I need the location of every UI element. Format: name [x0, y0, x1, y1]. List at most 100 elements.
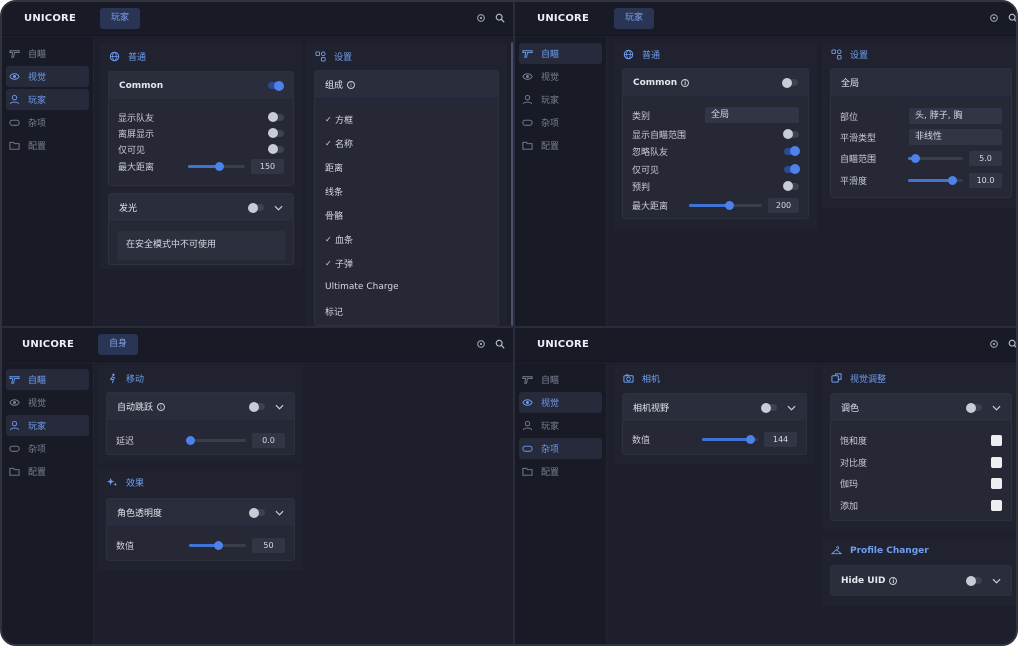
slider-knob[interactable]: [910, 153, 920, 163]
hide-uid-toggle[interactable]: [966, 575, 982, 586]
slider-knob[interactable]: [186, 435, 195, 445]
slider-knob[interactable]: [948, 175, 957, 185]
composition-item[interactable]: 骨骼: [325, 203, 488, 227]
eye-icon: [9, 73, 20, 80]
composition-item[interactable]: ✓ 方框: [325, 107, 488, 131]
distance-slider[interactable]: [689, 200, 762, 210]
app-logo: UNICORE: [537, 13, 589, 24]
fov-slider[interactable]: [702, 434, 758, 444]
checkbox[interactable]: [991, 477, 1002, 489]
smooth-type-select[interactable]: 非线性: [909, 129, 1002, 145]
search-icon[interactable]: [1008, 339, 1018, 349]
glow-toggle[interactable]: [248, 202, 264, 213]
sidebar-item-visuals[interactable]: 视觉: [519, 66, 602, 87]
sidebar-item-label: 玩家: [28, 422, 47, 432]
sidebar-item-visuals[interactable]: 视觉: [6, 392, 89, 413]
common-toggle[interactable]: [268, 80, 284, 91]
sidebar-item-config[interactable]: 配置: [519, 135, 602, 156]
sidebar-item-players[interactable]: 玩家: [6, 415, 89, 436]
transparency-toggle[interactable]: [249, 507, 265, 518]
sidebar-item-misc[interactable]: 杂项: [519, 438, 602, 459]
sidebar-item-config[interactable]: 配置: [6, 135, 89, 156]
sidebar-item-players[interactable]: 玩家: [6, 89, 89, 110]
range-value[interactable]: 5.0: [969, 150, 1002, 166]
gear-icon[interactable]: [476, 339, 486, 349]
slider-knob[interactable]: [213, 540, 223, 550]
distance-slider[interactable]: [188, 161, 245, 171]
sidebar-item-players[interactable]: 玩家: [519, 89, 602, 110]
chevron-down-icon[interactable]: [275, 510, 284, 516]
chevron-down-icon[interactable]: [275, 404, 284, 410]
toggle[interactable]: [784, 146, 800, 156]
quadrant-aimbot: UNICORE 玩家 自瞄 视觉 玩家 杂项 配置 普通 Common i 类别 全…: [515, 2, 1018, 326]
sidebar-item-aimbot[interactable]: 自瞄: [6, 43, 89, 64]
chevron-down-icon[interactable]: [274, 205, 283, 211]
chevron-down-icon[interactable]: [992, 578, 1001, 584]
range-slider[interactable]: [908, 153, 963, 163]
transparency-value[interactable]: 50: [252, 537, 285, 553]
smoothness-value[interactable]: 10.0: [969, 172, 1002, 188]
toggle[interactable]: [268, 112, 284, 122]
search-icon[interactable]: [1008, 13, 1018, 23]
toggle[interactable]: [784, 164, 800, 174]
slider-knob[interactable]: [745, 434, 755, 444]
common-toggle[interactable]: [782, 77, 798, 88]
checkbox[interactable]: [991, 434, 1002, 446]
delay-slider[interactable]: [186, 435, 246, 445]
distance-value[interactable]: 200: [768, 197, 799, 213]
gear-icon[interactable]: [989, 339, 999, 349]
delay-value[interactable]: 0.0: [252, 432, 285, 448]
sidebar-item-misc[interactable]: 杂项: [519, 112, 602, 133]
sidebar-item-aimbot[interactable]: 自瞄: [6, 369, 89, 390]
transparency-slider[interactable]: [189, 540, 246, 550]
gear-icon[interactable]: [989, 13, 999, 23]
section-title: 设置: [850, 51, 869, 61]
toggle[interactable]: [268, 144, 284, 154]
composition-item[interactable]: 线条: [325, 179, 488, 203]
tab-self[interactable]: 自身: [98, 334, 139, 355]
eye-icon: [522, 399, 533, 406]
part-select[interactable]: 头, 脖子, 胸: [909, 108, 1002, 124]
checkbox[interactable]: [991, 456, 1002, 468]
gear-icon[interactable]: [476, 13, 486, 23]
search-icon[interactable]: [495, 13, 505, 23]
sidebar-item-visuals[interactable]: 视觉: [519, 392, 602, 413]
composition-item[interactable]: 距离: [325, 155, 488, 179]
sidebar-item-config[interactable]: 配置: [519, 461, 602, 482]
sidebar-item-label: 自瞄: [541, 50, 560, 60]
chevron-down-icon[interactable]: [787, 405, 796, 411]
section-title: 效果: [126, 479, 145, 489]
slider-knob[interactable]: [215, 161, 225, 171]
category-select[interactable]: 全局: [705, 107, 799, 123]
tab-players[interactable]: 玩家: [100, 8, 141, 29]
sidebar-item-aimbot[interactable]: 自瞄: [519, 43, 602, 64]
auto-jump-toggle[interactable]: [249, 401, 265, 412]
toggle[interactable]: [783, 181, 799, 191]
distance-value[interactable]: 150: [251, 158, 284, 174]
tab-players[interactable]: 玩家: [614, 8, 655, 29]
sidebar-item-players[interactable]: 玩家: [519, 415, 602, 436]
max-distance-row: 最大距离 150: [118, 158, 284, 174]
sidebar-item-aimbot[interactable]: 自瞄: [519, 369, 602, 390]
sidebar-item-visuals[interactable]: 视觉: [6, 66, 89, 87]
toggle[interactable]: [783, 129, 799, 139]
sidebar-item-config[interactable]: 配置: [6, 461, 89, 482]
checkbox[interactable]: [991, 499, 1002, 511]
search-icon[interactable]: [495, 339, 505, 349]
chevron-down-icon[interactable]: [992, 405, 1001, 411]
composition-item[interactable]: ✓ 子弹: [325, 251, 488, 275]
composition-item[interactable]: ✓ 名称: [325, 131, 488, 155]
fov-value[interactable]: 144: [764, 431, 797, 447]
user-icon: [9, 421, 20, 431]
slider-knob[interactable]: [725, 200, 735, 210]
sidebar-item-misc[interactable]: 杂项: [6, 112, 89, 133]
camera-fov-toggle[interactable]: [761, 402, 777, 413]
color-grading-toggle[interactable]: [966, 402, 982, 413]
toggle[interactable]: [268, 128, 284, 138]
composition-item[interactable]: ✓ 血条: [325, 227, 488, 251]
user-icon: [522, 421, 533, 431]
composition-item[interactable]: 标记: [325, 299, 488, 323]
sidebar-item-misc[interactable]: 杂项: [6, 438, 89, 459]
smoothness-slider[interactable]: [908, 175, 963, 185]
composition-item[interactable]: Ultimate Charge: [325, 275, 488, 299]
